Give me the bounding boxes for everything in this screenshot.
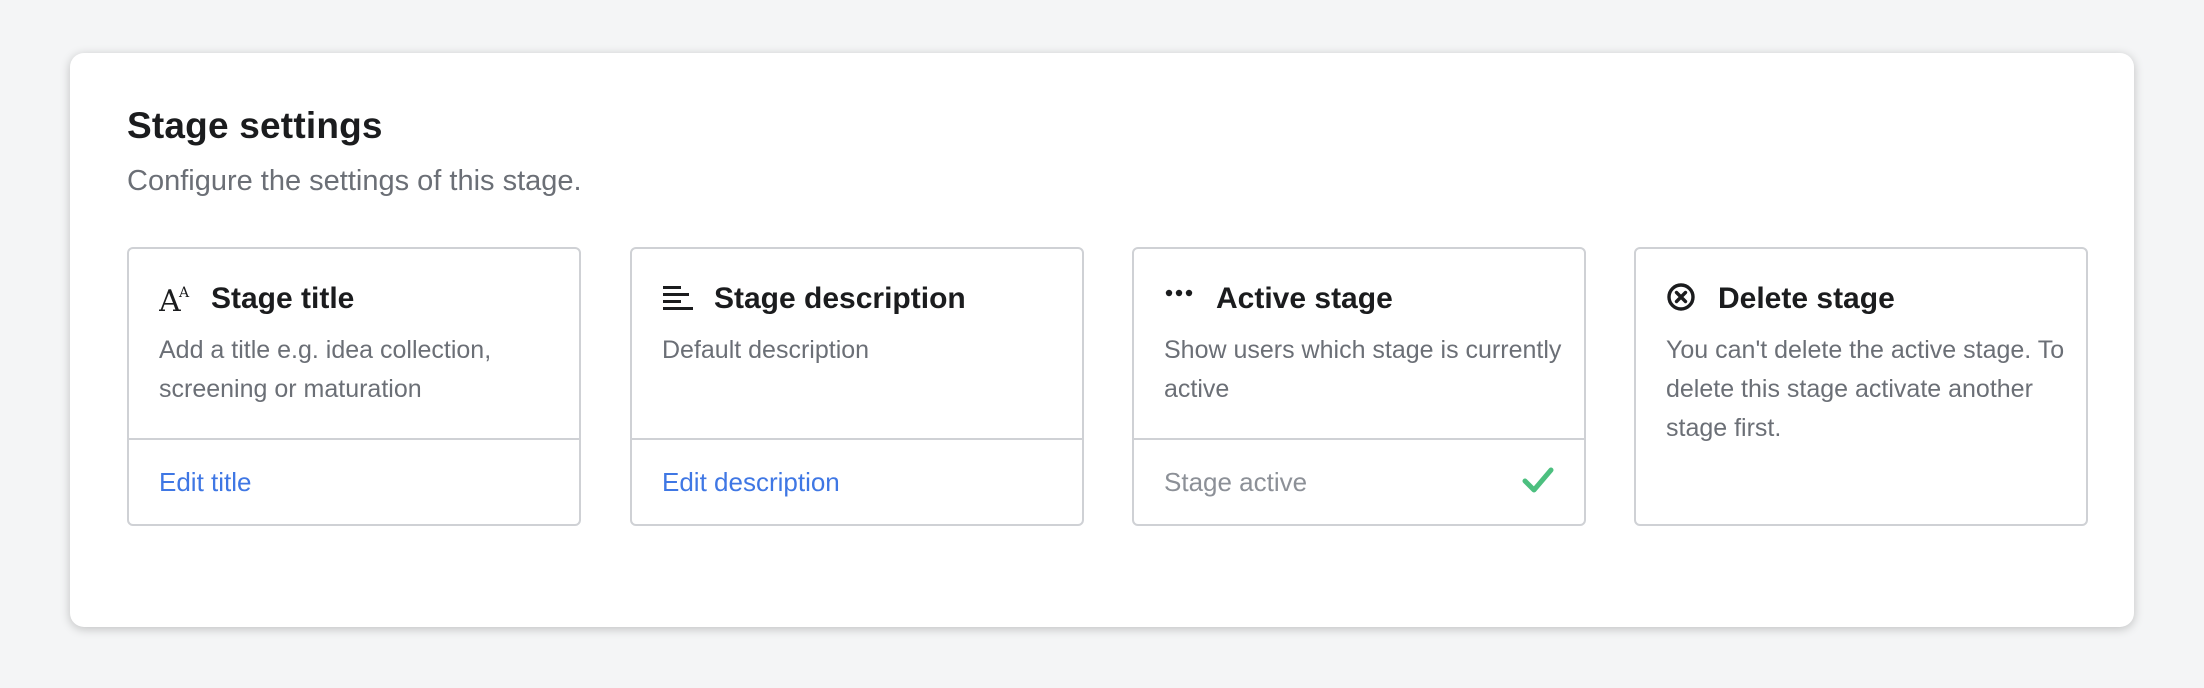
card-footer: Edit title bbox=[129, 438, 579, 524]
card-title: Stage title bbox=[211, 282, 355, 315]
card-description: Add a title e.g. idea collection, screen… bbox=[159, 336, 492, 403]
edit-title-link[interactable]: Edit title bbox=[159, 467, 252, 498]
card-title: Delete stage bbox=[1718, 282, 1895, 315]
delete-stage-card: Delete stage You can't delete the active… bbox=[1634, 247, 2088, 526]
card-header: Delete stage bbox=[1666, 277, 1895, 321]
stage-active-status: Stage active bbox=[1164, 467, 1308, 497]
svg-text:A: A bbox=[178, 285, 190, 301]
svg-text:A: A bbox=[159, 284, 181, 316]
page-title: Stage settings bbox=[127, 105, 383, 146]
card-header: A A Stage title bbox=[159, 277, 354, 321]
card-description: Default description bbox=[662, 336, 870, 364]
stage-description-card: Stage description Default description Ed… bbox=[630, 247, 1084, 526]
card-description: You can't delete the active stage. To de… bbox=[1666, 336, 2065, 442]
card-header: Stage description bbox=[662, 277, 966, 321]
card-title: Stage description bbox=[714, 282, 966, 315]
text-size-icon: A A bbox=[159, 282, 193, 316]
edit-description-link[interactable]: Edit description bbox=[662, 467, 840, 498]
close-circle-icon bbox=[1666, 282, 1700, 316]
stage-settings-panel: Stage settings Configure the settings of… bbox=[70, 53, 2134, 627]
card-title: Active stage bbox=[1216, 282, 1393, 315]
card-description: Show users which stage is currently acti… bbox=[1164, 336, 1562, 403]
active-stage-card: Active stage Show users which stage is c… bbox=[1132, 247, 1586, 526]
page-subtitle: Configure the settings of this stage. bbox=[127, 165, 582, 197]
card-header: Active stage bbox=[1164, 277, 1393, 321]
ellipsis-icon bbox=[1164, 282, 1198, 316]
card-footer: Stage active bbox=[1134, 438, 1584, 524]
text-align-left-icon bbox=[662, 282, 696, 316]
card-footer: Edit description bbox=[632, 438, 1082, 524]
check-icon bbox=[1522, 464, 1554, 496]
stage-title-card: A A Stage title Add a title e.g. idea co… bbox=[127, 247, 581, 526]
